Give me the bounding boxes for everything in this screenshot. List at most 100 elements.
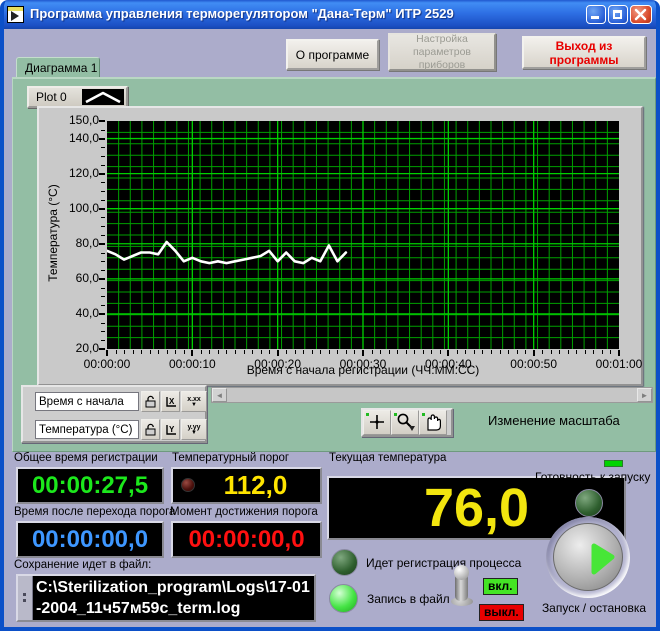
dropdown-arrow-icon: ▼ (191, 403, 197, 408)
app-window: Программа управления терморегулятором "Д… (0, 0, 660, 631)
x-minor-tick (602, 350, 603, 354)
x-autoscale-icon: X (164, 395, 178, 409)
y-minor-tick (101, 296, 105, 297)
zoom-tool-button[interactable] (391, 410, 419, 435)
current-temp-label: Текущая температура (329, 452, 446, 464)
exit-button[interactable]: Выход из программы (522, 36, 646, 69)
about-button[interactable]: О программе (286, 39, 379, 70)
minimize-button[interactable] (586, 5, 606, 24)
x-minor-tick (576, 350, 577, 354)
plot-legend[interactable]: Plot 0 (27, 86, 128, 108)
x-minor-tick (372, 350, 373, 354)
y-major-tick (99, 348, 105, 350)
y-minor-tick (101, 200, 105, 201)
title-bar[interactable]: Программа управления терморегулятором "Д… (0, 0, 660, 29)
x-minor-tick (337, 350, 338, 354)
x-major-tick (533, 350, 535, 356)
y-minor-tick (101, 130, 105, 131)
pan-tool-button[interactable] (419, 410, 447, 435)
close-button[interactable] (630, 5, 652, 24)
x-scale-name-input[interactable]: Время с начала (35, 392, 139, 411)
x-major-tick (362, 350, 364, 356)
y-scale-name-input[interactable]: Температура (°C) (35, 420, 139, 439)
write-toggle-switch[interactable] (448, 565, 478, 610)
x-minor-tick (397, 350, 398, 354)
x-minor-tick (141, 350, 142, 354)
y-autoscale-button[interactable]: Y (161, 419, 180, 440)
ready-led (575, 489, 603, 517)
tab-diagram-1[interactable]: Диаграмма 1 (16, 57, 100, 78)
scale-legend-panel: Время с начала X x.xx▼ Температура (°C) … (21, 385, 207, 443)
svg-text:Y: Y (169, 425, 175, 434)
x-minor-tick (252, 350, 253, 354)
temp-mini-indicator (604, 460, 623, 467)
x-minor-tick (568, 350, 569, 354)
y-minor-tick (101, 147, 105, 148)
x-minor-tick (389, 350, 390, 354)
x-minor-tick (329, 350, 330, 354)
time-after-display: 00:00:00,0 (16, 521, 164, 558)
x-scale-lock-button[interactable] (141, 391, 160, 412)
write-to-file-label: Запись в файл (367, 592, 450, 606)
x-autoscale-button[interactable]: X (161, 391, 180, 412)
switch-on-label: вкл. (483, 578, 518, 595)
maximize-button[interactable] (608, 5, 628, 24)
x-minor-tick (269, 350, 270, 354)
scrollbar-left-arrow-icon[interactable]: ◄ (212, 388, 227, 402)
x-minor-tick (500, 350, 501, 354)
x-major-tick (447, 350, 449, 356)
y-major-tick (99, 243, 105, 245)
threshold-moment-display: 00:00:00,0 (171, 521, 322, 558)
file-label: Сохранение идет в файл: (14, 559, 151, 571)
y-scale-lock-button[interactable] (141, 419, 160, 440)
x-minor-tick (167, 350, 168, 354)
start-stop-button[interactable] (553, 523, 623, 591)
ready-label: Готовность к запуску (535, 470, 650, 484)
window-title: Программа управления терморегулятором "Д… (30, 6, 454, 21)
cursor-tool-button[interactable] (363, 410, 391, 435)
y-minor-tick (101, 253, 105, 254)
x-major-tick (618, 350, 620, 356)
x-minor-tick (354, 350, 355, 354)
log-file-path-value: C:\Sterilization_program\Logs\17-01-2004… (36, 577, 314, 619)
y-major-tick (99, 138, 105, 140)
scrollbar-right-arrow-icon[interactable]: ► (637, 388, 652, 402)
x-minor-tick (380, 350, 381, 354)
y-minor-tick (101, 165, 105, 166)
path-browse-grip[interactable] (18, 576, 33, 620)
x-minor-tick (175, 350, 176, 354)
close-icon (631, 6, 651, 23)
active-dot-icon (422, 413, 425, 416)
plot-line-sample-icon (82, 89, 124, 105)
log-file-path-control[interactable]: C:\Sterilization_program\Logs\17-01-2004… (16, 574, 316, 622)
threshold-label: Температурный порог (172, 452, 289, 464)
x-minor-tick (312, 350, 313, 354)
y-major-tick (99, 120, 105, 122)
y-minor-tick (101, 305, 105, 306)
x-minor-tick (585, 350, 586, 354)
registering-led (331, 549, 358, 576)
x-minor-tick (508, 350, 509, 354)
y-format-button[interactable]: y.yy▼ (181, 419, 207, 440)
x-format-button[interactable]: x.xx▼ (181, 391, 207, 412)
x-minor-tick (423, 350, 424, 354)
time-after-label: Время после перехода порога (14, 506, 175, 518)
y-minor-tick (101, 270, 105, 271)
x-scrollbar[interactable]: ◄ ► (211, 387, 653, 403)
svg-text:X: X (169, 397, 175, 406)
x-minor-tick (226, 350, 227, 354)
y-minor-tick (101, 288, 105, 289)
y-tick-label: 20,0 (53, 341, 99, 355)
x-minor-tick (218, 350, 219, 354)
x-minor-tick (244, 350, 245, 354)
x-major-tick (277, 350, 279, 356)
x-minor-tick (209, 350, 210, 354)
plot-canvas[interactable] (107, 121, 619, 349)
device-settings-button[interactable]: Настройка параметров приборов (388, 33, 496, 71)
threshold-moment-label: Момент достижения порога (170, 506, 318, 518)
x-minor-tick (116, 350, 117, 354)
y-autoscale-icon: Y (164, 423, 178, 437)
x-minor-tick (158, 350, 159, 354)
y-minor-tick (101, 340, 105, 341)
y-tick-label: 150,0 (53, 113, 99, 127)
